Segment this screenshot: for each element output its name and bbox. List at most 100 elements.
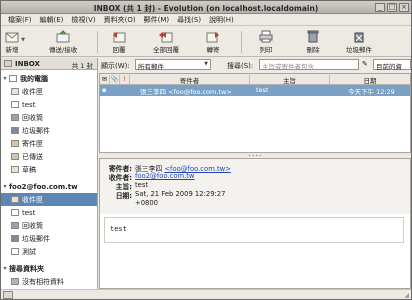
menu-edit[interactable]: 編輯(E) (37, 14, 69, 25)
forward-button[interactable]: 轉寄 (206, 28, 220, 56)
to-email-link[interactable]: foo2@foo.com.tw (135, 172, 194, 180)
maximize-button[interactable]: □ (387, 3, 397, 12)
menu-search[interactable]: 尋找(S) (174, 14, 206, 25)
folder-label: 測試 (22, 247, 36, 256)
tree-group-local[interactable]: ▾ 我的電腦 (1, 72, 97, 85)
attachment-column-icon[interactable]: 📎 (110, 75, 120, 84)
sidebar-item-local-junk[interactable]: 垃圾郵件 (1, 124, 97, 137)
folder-label: 回收筒 (22, 113, 43, 122)
expander-icon[interactable]: ▾ (1, 183, 9, 190)
folder-label: 垃圾郵件 (22, 234, 50, 243)
column-date[interactable]: 日期 (330, 75, 410, 85)
group-label: 我的電腦 (20, 74, 48, 83)
sidebar-header: INBOX 共 1 封 (1, 58, 97, 70)
preview-pane: 寄件者: 張三李四 <foo@foo.com.tw> 收件者: foo2@foo… (99, 158, 411, 289)
sidebar-item-account-inbox[interactable]: 收件匣 (1, 193, 97, 206)
junk-icon (11, 235, 19, 242)
sent-icon (11, 153, 19, 160)
junk-icon (354, 32, 364, 43)
search-label: 搜尋(S): (227, 62, 254, 70)
menu-file[interactable]: 檔案(F) (5, 14, 37, 25)
close-button[interactable]: × (399, 3, 409, 12)
evolution-window: INBOX (共 1 封) - Evolution (on localhost.… (0, 0, 412, 300)
tree-group-search-folders[interactable]: ▾ 搜尋資料夾 (1, 262, 97, 275)
sidebar-title: INBOX (15, 60, 40, 68)
sidebar-item-local-inbox[interactable]: 收件匣 (1, 85, 97, 98)
computer-icon (9, 75, 17, 82)
inbox-icon (4, 60, 12, 67)
header-from-row: 寄件者: 張三李四 <foo@foo.com.tw> (100, 163, 410, 173)
reply-all-icon (159, 32, 173, 43)
sidebar-item-local-drafts[interactable]: 草稿 (1, 163, 97, 176)
date-timezone: +0800 (135, 199, 158, 207)
column-from[interactable]: 寄件者 (130, 75, 250, 85)
row-from: 張三李四 <foo@foo.com.tw> (140, 88, 232, 96)
sidebar-item-local-sent[interactable]: 已傳送 (1, 150, 97, 163)
header-date-row-cont: +0800 (100, 199, 410, 208)
menu-bar: 檔案(F) 編輯(E) 檢視(V) 資料夾(O) 郵件(M) 尋找(S) 說明(… (1, 14, 411, 26)
sidebar-item-account-testing[interactable]: 測試 (1, 245, 97, 258)
date-value: Sat, 21 Feb 2009 12:29:27 (135, 190, 226, 198)
status-column-icon[interactable]: ✉ (100, 75, 110, 84)
menu-message[interactable]: 郵件(M) (141, 14, 175, 25)
folder-label: test (22, 100, 36, 109)
reply-all-label: 全部回覆 (153, 46, 179, 54)
sidebar-item-local-trash[interactable]: 回收筒 (1, 111, 97, 124)
reply-button[interactable]: 回覆 (112, 28, 126, 56)
send-receive-button[interactable]: 傳送/接收 (49, 28, 77, 56)
chevron-down-icon: ▼ (204, 61, 208, 67)
junk-icon (11, 127, 19, 134)
junk-button[interactable]: 垃圾郵件 (346, 28, 372, 56)
folder-icon (11, 248, 19, 255)
reply-all-button[interactable]: 全部回覆 (153, 28, 179, 56)
subject-value: test (135, 181, 149, 189)
preview-headers: 寄件者: 張三李四 <foo@foo.com.tw> 收件者: foo2@foo… (100, 159, 410, 214)
forward-icon (206, 32, 219, 43)
sidebar-item-local-outbox[interactable]: 寄件匣 (1, 137, 97, 150)
header-date-row: 日期: Sat, 21 Feb 2009 12:29:27 (100, 190, 410, 200)
important-column-icon[interactable]: ! (120, 75, 130, 84)
search-input[interactable]: 主旨或寄件者包含 (259, 59, 359, 71)
sidebar-item-account-test[interactable]: test (1, 206, 97, 219)
minimize-button[interactable]: _ (375, 3, 385, 12)
toolbar-separator (241, 31, 242, 53)
sidebar-item-account-trash[interactable]: 回收筒 (1, 219, 97, 232)
status-bar: ◢ (1, 289, 411, 299)
show-filter-select[interactable]: 所有郵件 ▼ (135, 59, 211, 71)
reply-icon (113, 32, 126, 43)
folder-label: 回收筒 (22, 221, 43, 230)
menu-folder[interactable]: 資料夾(O) (101, 14, 141, 25)
search-scope-select[interactable]: 目前的資料夾 (373, 59, 411, 81)
folder-sidebar: INBOX 共 1 封 ▾ 我的電腦 收件匣 test 回收筒 垃圾郵件 寄件匣 (1, 58, 98, 289)
send-receive-label: 傳送/接收 (49, 46, 78, 54)
tree-group-account[interactable]: ▾ foo2@foo.com.tw (1, 180, 97, 193)
sidebar-item-no-results[interactable]: 沒有相符資料 (1, 275, 97, 288)
clear-search-icon[interactable]: ✎ (362, 60, 368, 68)
expander-icon[interactable]: ▾ (1, 75, 9, 82)
chevron-down-icon[interactable]: ▼ (21, 37, 25, 43)
message-list-header: ✉ 📎 ! 寄件者 主旨 日期 (100, 74, 410, 85)
column-subject[interactable]: 主旨 (250, 75, 330, 85)
message-count: 共 1 封 (71, 62, 93, 70)
trash-icon (307, 30, 319, 43)
expander-icon[interactable]: ▾ (1, 265, 9, 272)
offline-status-icon[interactable] (3, 291, 13, 299)
folder-label: 收件匣 (22, 195, 43, 204)
sidebar-item-local-test[interactable]: test (1, 98, 97, 111)
menu-view[interactable]: 檢視(V) (68, 14, 100, 25)
title-bar: INBOX (共 1 封) - Evolution (on localhost.… (1, 1, 411, 14)
new-mail-icon (5, 32, 19, 43)
menu-help[interactable]: 說明(H) (206, 14, 239, 25)
main-pane: 顯示(W): 所有郵件 ▼ 搜尋(S): 主旨或寄件者包含 ✎ 目前的資料夾 ✉… (99, 58, 411, 289)
delete-label: 刪除 (306, 46, 320, 54)
message-body: test (104, 217, 404, 243)
print-label: 列印 (259, 46, 273, 54)
reply-label: 回覆 (112, 46, 126, 54)
delete-button[interactable]: 刪除 (306, 28, 320, 56)
table-row[interactable]: ▪ 張三李四 <foo@foo.com.tw> test 今天下午 12:29 (100, 85, 410, 96)
search-placeholder: 主旨或寄件者包含 (262, 63, 314, 71)
sidebar-item-account-junk[interactable]: 垃圾郵件 (1, 232, 97, 245)
print-button[interactable]: 列印 (259, 28, 273, 56)
new-button[interactable]: 新增 ▼ (5, 28, 25, 56)
resize-grip[interactable]: ◢ (404, 292, 409, 299)
